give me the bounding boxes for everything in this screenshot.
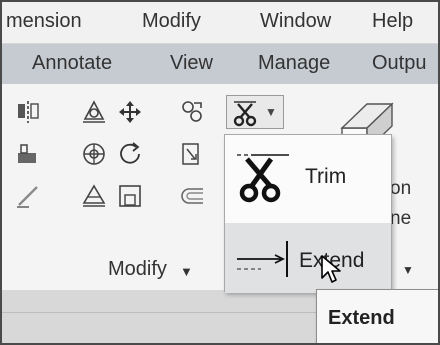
- array-icon[interactable]: [80, 98, 108, 126]
- menu-dimension[interactable]: mension: [6, 10, 82, 33]
- menu-bar: mension Modify Window Help: [2, 2, 438, 44]
- explode-icon[interactable]: [80, 182, 108, 210]
- chevron-down-icon[interactable]: ▼: [265, 105, 277, 119]
- app-window: mension Modify Window Help Annotate View…: [0, 0, 440, 345]
- scale-icon[interactable]: [178, 140, 206, 168]
- fillet-icon[interactable]: [80, 140, 108, 168]
- right-label-fragment-1: on: [390, 178, 412, 199]
- offset-icon[interactable]: [116, 182, 144, 210]
- mouse-cursor-icon: [321, 255, 341, 283]
- tab-annotate[interactable]: Annotate: [32, 52, 112, 75]
- menu-window[interactable]: Window: [260, 10, 331, 33]
- trim-split-button[interactable]: ▼: [226, 95, 284, 129]
- scissors-icon: [237, 154, 289, 203]
- trim-extend-dropdown: Trim Extend: [224, 134, 392, 293]
- chamfer-icon[interactable]: [178, 182, 206, 210]
- trim-label: Trim: [305, 165, 347, 188]
- move-icon[interactable]: [116, 98, 144, 126]
- chevron-down-icon: ▼: [180, 264, 193, 279]
- erase-icon[interactable]: [14, 182, 42, 210]
- right-label-fragment-2: ne: [390, 208, 412, 229]
- chevron-down-icon[interactable]: ▼: [402, 263, 414, 277]
- tab-view[interactable]: View: [170, 52, 213, 75]
- dropdown-item-trim[interactable]: Trim: [225, 141, 391, 211]
- scissors-icon: [233, 101, 257, 127]
- copy-icon[interactable]: [178, 98, 206, 126]
- tab-manage[interactable]: Manage: [258, 52, 330, 75]
- tab-output[interactable]: Outpu: [372, 52, 426, 75]
- stretch-icon[interactable]: [14, 140, 42, 168]
- ribbon-tab-bar: Annotate View Manage Outpu: [2, 44, 438, 84]
- menu-help[interactable]: Help: [372, 10, 413, 33]
- menu-modify[interactable]: Modify: [142, 10, 201, 33]
- tooltip-text: Extend: [328, 307, 395, 329]
- extend-icon: [237, 241, 288, 277]
- rotate-icon[interactable]: [116, 140, 144, 168]
- extend-tooltip: Extend: [316, 289, 438, 343]
- modify-panel-title[interactable]: Modify ▼: [2, 256, 226, 290]
- mirror-icon[interactable]: [14, 98, 42, 126]
- panel-title-label: Modify: [108, 258, 167, 280]
- dropdown-item-extend[interactable]: Extend: [225, 223, 391, 293]
